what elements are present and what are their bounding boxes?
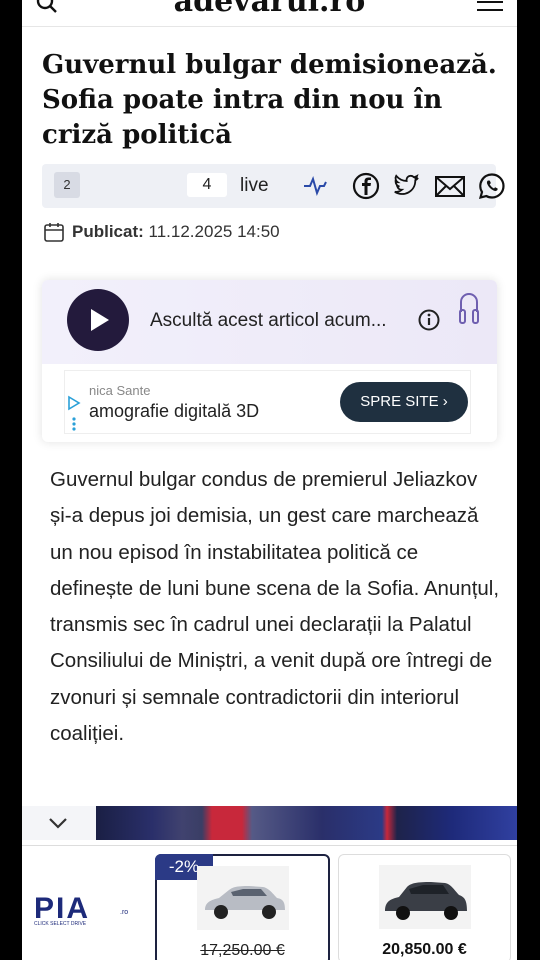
live-count[interactable]: 4 [187,173,227,197]
whatsapp-icon[interactable] [478,172,506,200]
ad-banner-strip[interactable] [22,806,517,840]
inline-ad[interactable]: nica Sante amografie digitală 3D SPRE SI… [64,370,471,434]
play-icon [91,309,109,331]
ad-headline: amografie digitală 3D [89,401,260,421]
pulse-icon [304,176,327,196]
audio-player-card: Ascultă acest articol acum... nica Sante… [42,280,497,442]
info-icon[interactable] [418,309,440,331]
car-offer[interactable]: -2% 17,250.00 € [155,854,330,960]
chevron-down-icon [49,818,67,829]
article-body: Guvernul bulgar condus de premierul Jeli… [50,468,500,746]
headphones-icon [459,293,479,324]
menu-icon[interactable] [477,0,503,12]
top-bar: adevarul.ro [22,0,517,27]
bottom-ad[interactable]: PIA .ro CLICK SELECT DRIVE -2% 17,250.00… [22,845,517,960]
twitter-icon[interactable] [392,172,420,200]
share-bar: 2 4 live [42,164,505,208]
comments-count[interactable]: 2 [54,172,80,198]
car-offer[interactable]: 20,850.00 € [338,854,511,960]
published-row: Publicat: 11.12.2025 14:50 [44,218,444,244]
live-label[interactable]: live [240,175,269,197]
car-price: 20,850.00 € [382,941,467,958]
mail-icon[interactable] [434,172,466,200]
pia-logo[interactable]: PIA .ro CLICK SELECT DRIVE [34,894,154,926]
ad-sponsor: nica Sante [89,383,151,398]
svg-text:CLICK SELECT DRIVE: CLICK SELECT DRIVE [34,921,87,926]
audio-label[interactable]: Ascultă acest articol acum... [150,310,387,332]
site-logo[interactable]: adevarul.ro [22,0,517,19]
audio-player: Ascultă acest articol acum... [42,280,497,364]
facebook-icon[interactable] [352,172,380,200]
article-page: adevarul.ro Guvernul bulgar demisionează… [22,0,517,960]
play-button[interactable] [67,289,129,351]
article-title: Guvernul bulgar demisionează. Sofia poat… [42,50,497,150]
ad-cta-button[interactable]: SPRE SITE › [340,382,468,422]
svg-text:.ro: .ro [120,909,128,916]
car-price: 17,250.00 € [200,942,285,959]
published-date: Publicat: 11.12.2025 14:50 [72,222,280,242]
published-label: Publicat: [72,222,144,241]
calendar-icon [44,223,64,242]
car-image [379,865,471,929]
published-value: 11.12.2025 14:50 [148,222,280,241]
car-image [197,866,289,930]
collapse-ad-button[interactable] [22,806,96,840]
adchoices-icon[interactable] [67,393,81,433]
